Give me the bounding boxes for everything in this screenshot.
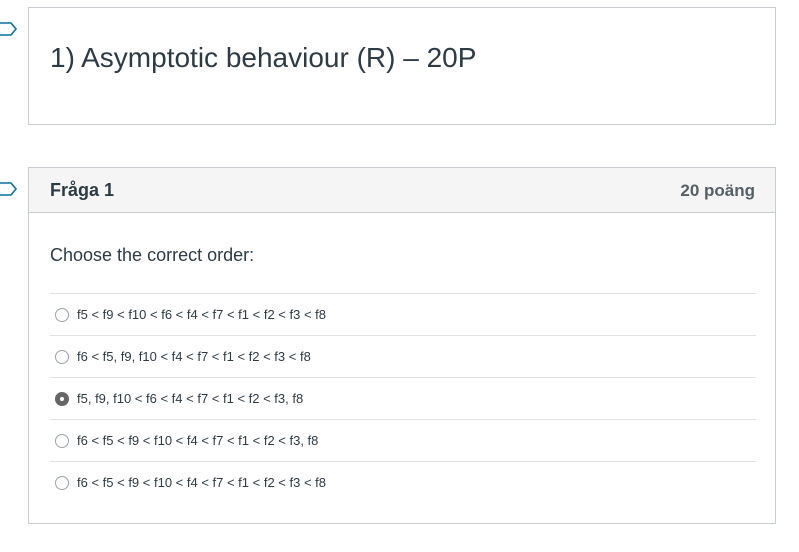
answer-option[interactable]: f5 < f9 < f10 < f6 < f4 < f7 < f1 < f2 <…: [50, 293, 756, 335]
answer-label[interactable]: f6 < f5 < f9 < f10 < f4 < f7 < f1 < f2 <…: [77, 475, 326, 490]
radio-button-selected[interactable]: [55, 391, 69, 406]
flag-question-icon[interactable]: [0, 22, 18, 36]
question-name: Fråga 1: [50, 180, 115, 200]
section-title: 1) Asymptotic behaviour (R) – 20P: [50, 42, 477, 73]
answer-label[interactable]: f6 < f5, f9, f10 < f4 < f7 < f1 < f2 < f…: [77, 349, 311, 364]
radio-button[interactable]: [55, 433, 69, 448]
answer-option[interactable]: f5, f9, f10 < f6 < f4 < f7 < f1 < f2 < f…: [50, 377, 756, 419]
answer-list: f5 < f9 < f10 < f6 < f4 < f7 < f1 < f2 <…: [50, 293, 756, 503]
answer-label[interactable]: f6 < f5 < f9 < f10 < f4 < f7 < f1 < f2 <…: [77, 433, 318, 448]
radio-button[interactable]: [55, 349, 69, 364]
answer-option[interactable]: f6 < f5 < f9 < f10 < f4 < f7 < f1 < f2 <…: [50, 419, 756, 461]
radio-button[interactable]: [55, 307, 69, 322]
question-card: Fråga 1 20 poäng Choose the correct orde…: [28, 167, 776, 524]
answer-option[interactable]: f6 < f5, f9, f10 < f4 < f7 < f1 < f2 < f…: [50, 335, 756, 377]
question-points: 20 poäng: [680, 181, 755, 200]
question-prompt: Choose the correct order:: [50, 245, 255, 265]
answer-label[interactable]: f5 < f9 < f10 < f6 < f4 < f7 < f1 < f2 <…: [77, 307, 326, 322]
answer-option[interactable]: f6 < f5 < f9 < f10 < f4 < f7 < f1 < f2 <…: [50, 461, 756, 503]
radio-button[interactable]: [55, 475, 69, 490]
flag-question-icon[interactable]: [0, 182, 18, 196]
section-header-box: 1) Asymptotic behaviour (R) – 20P: [28, 7, 776, 125]
answer-label[interactable]: f5, f9, f10 < f6 < f4 < f7 < f1 < f2 < f…: [77, 391, 303, 406]
question-header: Fråga 1 20 poäng: [29, 168, 775, 213]
